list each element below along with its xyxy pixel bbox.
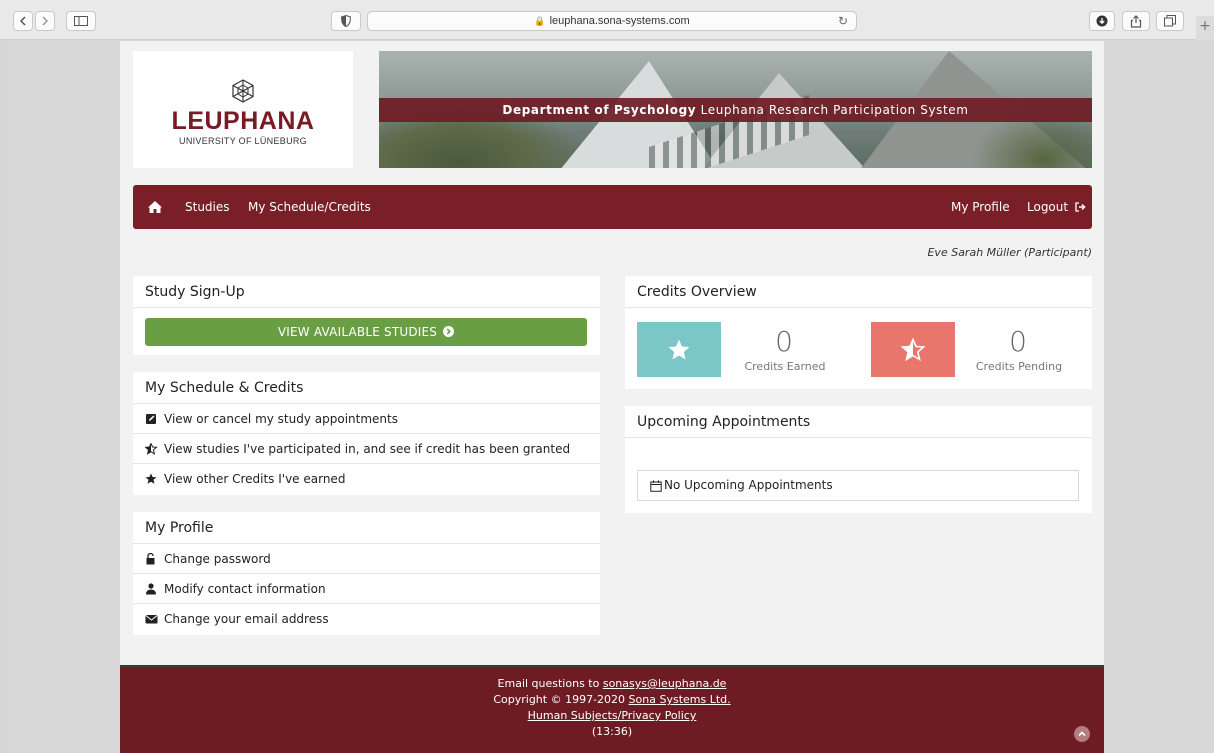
my-profile-panel: My Profile Change password Modify contac…	[133, 512, 600, 635]
address-bar[interactable]: 🔒 leuphana.sona-systems.com ↻	[367, 11, 857, 31]
envelope-icon	[145, 615, 158, 624]
edit-icon	[146, 413, 156, 424]
upcoming-appointments-title: Upcoming Appointments	[625, 406, 1092, 438]
university-logo[interactable]: LEUPHANA UNIVERSITY OF LÜNEBURG	[133, 51, 353, 168]
list-item-view-other-credits[interactable]: View other Credits I've earned	[133, 464, 600, 494]
share-button[interactable]	[1122, 11, 1150, 31]
schedule-credits-panel: My Schedule & Credits View or cancel my …	[133, 372, 600, 495]
star-icon	[668, 339, 690, 360]
back-button[interactable]	[13, 11, 33, 31]
url-text: leuphana.sona-systems.com	[549, 15, 690, 27]
reload-icon[interactable]: ↻	[838, 14, 848, 28]
logo-wordmark: LEUPHANA	[171, 107, 315, 135]
user-icon	[146, 582, 156, 594]
list-item-view-participated-studies[interactable]: View studies I've participated in, and s…	[133, 434, 600, 464]
main-navbar: Studies My Schedule/Credits My Profile L…	[133, 185, 1092, 229]
scroll-to-top-button[interactable]	[1074, 726, 1090, 742]
credits-pending-label: Credits Pending	[975, 360, 1063, 373]
credits-earned-tile[interactable]	[637, 322, 721, 377]
chevron-up-icon	[1078, 731, 1086, 737]
footer-time: (13:36)	[591, 725, 633, 738]
hexagon-logo-icon	[232, 79, 254, 103]
downloads-button[interactable]	[1089, 11, 1115, 31]
list-item-label: View or cancel my study appointments	[164, 411, 398, 426]
no-appointments-text: No Upcoming Appointments	[664, 478, 833, 492]
nav-logout[interactable]: Logout	[1027, 185, 1086, 229]
page-footer: Email questions to sonasys@leuphana.de C…	[120, 665, 1104, 753]
schedule-credits-title: My Schedule & Credits	[133, 372, 600, 404]
tab-overview-button[interactable]	[1156, 11, 1184, 31]
list-item-label: Change password	[164, 551, 271, 566]
footer-privacy-link[interactable]: Human Subjects/Privacy Policy	[528, 709, 697, 722]
shield-icon	[341, 15, 351, 27]
list-item-view-cancel-appointments[interactable]: View or cancel my study appointments	[133, 404, 600, 434]
banner-system-name: Leuphana Research Participation System	[696, 103, 969, 117]
sign-out-icon	[1075, 202, 1086, 212]
download-icon	[1096, 15, 1108, 27]
new-tab-button[interactable]: +	[1196, 16, 1214, 40]
header-banner: Department of Psychology Leuphana Resear…	[379, 51, 1092, 168]
credits-pending-value: 0	[1009, 325, 1027, 358]
footer-privacy-line: Human Subjects/Privacy Policy	[120, 708, 1104, 724]
browser-toolbar: 🔒 leuphana.sona-systems.com ↻ +	[0, 0, 1214, 40]
nav-schedule-credits[interactable]: My Schedule/Credits	[248, 185, 371, 229]
list-item-label: View studies I've participated in, and s…	[164, 441, 571, 456]
nav-studies[interactable]: Studies	[185, 185, 230, 229]
calendar-icon	[650, 480, 662, 492]
credits-pending-tile[interactable]	[871, 322, 955, 377]
home-icon[interactable]	[147, 199, 163, 215]
credits-earned-value: 0	[775, 325, 793, 358]
list-item-label: Change your email address	[164, 612, 329, 626]
sidebar-icon	[74, 16, 88, 26]
footer-email-line: Email questions to sonasys@leuphana.de	[497, 677, 727, 690]
unlock-icon	[146, 552, 155, 564]
nav-my-profile[interactable]: My Profile	[951, 185, 1010, 229]
footer-copyright-line: Copyright © 1997-2020 Sona Systems Ltd.	[493, 693, 731, 706]
privacy-report-button[interactable]	[331, 11, 361, 31]
study-signup-panel: Study Sign-Up VIEW AVAILABLE STUDIES	[133, 276, 600, 355]
star-half-icon	[145, 442, 158, 455]
no-appointments-message: No Upcoming Appointments	[637, 470, 1079, 501]
sidebar-toggle-button[interactable]	[66, 11, 96, 31]
my-profile-title: My Profile	[133, 512, 600, 544]
list-item-label: View other Credits I've earned	[164, 472, 346, 486]
list-item-change-password[interactable]: Change password	[133, 544, 600, 574]
banner-title: Department of Psychology Leuphana Resear…	[379, 98, 1092, 122]
star-half-icon	[901, 338, 925, 362]
share-icon	[1130, 14, 1142, 28]
tabs-icon	[1164, 15, 1176, 27]
view-studies-label: VIEW AVAILABLE STUDIES	[277, 325, 438, 339]
list-item-modify-contact-info[interactable]: Modify contact information	[133, 574, 600, 604]
view-available-studies-button[interactable]: VIEW AVAILABLE STUDIES	[145, 318, 587, 346]
chevron-left-icon	[19, 16, 26, 26]
list-item-label: Modify contact information	[164, 581, 326, 596]
study-signup-title: Study Sign-Up	[133, 276, 600, 308]
page-container: LEUPHANA UNIVERSITY OF LÜNEBURG Departme…	[120, 41, 1104, 665]
credits-overview-panel: Credits Overview 0 Credits Earned 0 Cred…	[625, 276, 1092, 389]
logo-subtitle: UNIVERSITY OF LÜNEBURG	[179, 136, 307, 146]
chevron-right-icon	[42, 16, 49, 26]
current-user-name: Eve Sarah Müller (Participant)	[927, 246, 1092, 259]
lock-icon: 🔒	[534, 15, 546, 26]
chevron-circle-right-icon	[443, 326, 455, 337]
upcoming-appointments-panel: Upcoming Appointments No Upcoming Appoin…	[625, 406, 1092, 513]
footer-company-link[interactable]: Sona Systems Ltd.	[629, 693, 731, 706]
footer-email-link[interactable]: sonasys@leuphana.de	[603, 677, 727, 690]
forward-button[interactable]	[35, 11, 55, 31]
list-item-change-email[interactable]: Change your email address	[133, 604, 600, 634]
credits-overview-title: Credits Overview	[625, 276, 1092, 308]
credits-earned-label: Credits Earned	[744, 360, 826, 373]
logout-label: Logout	[1027, 200, 1069, 214]
star-icon	[145, 473, 157, 484]
banner-department: Department of Psychology	[502, 103, 697, 117]
